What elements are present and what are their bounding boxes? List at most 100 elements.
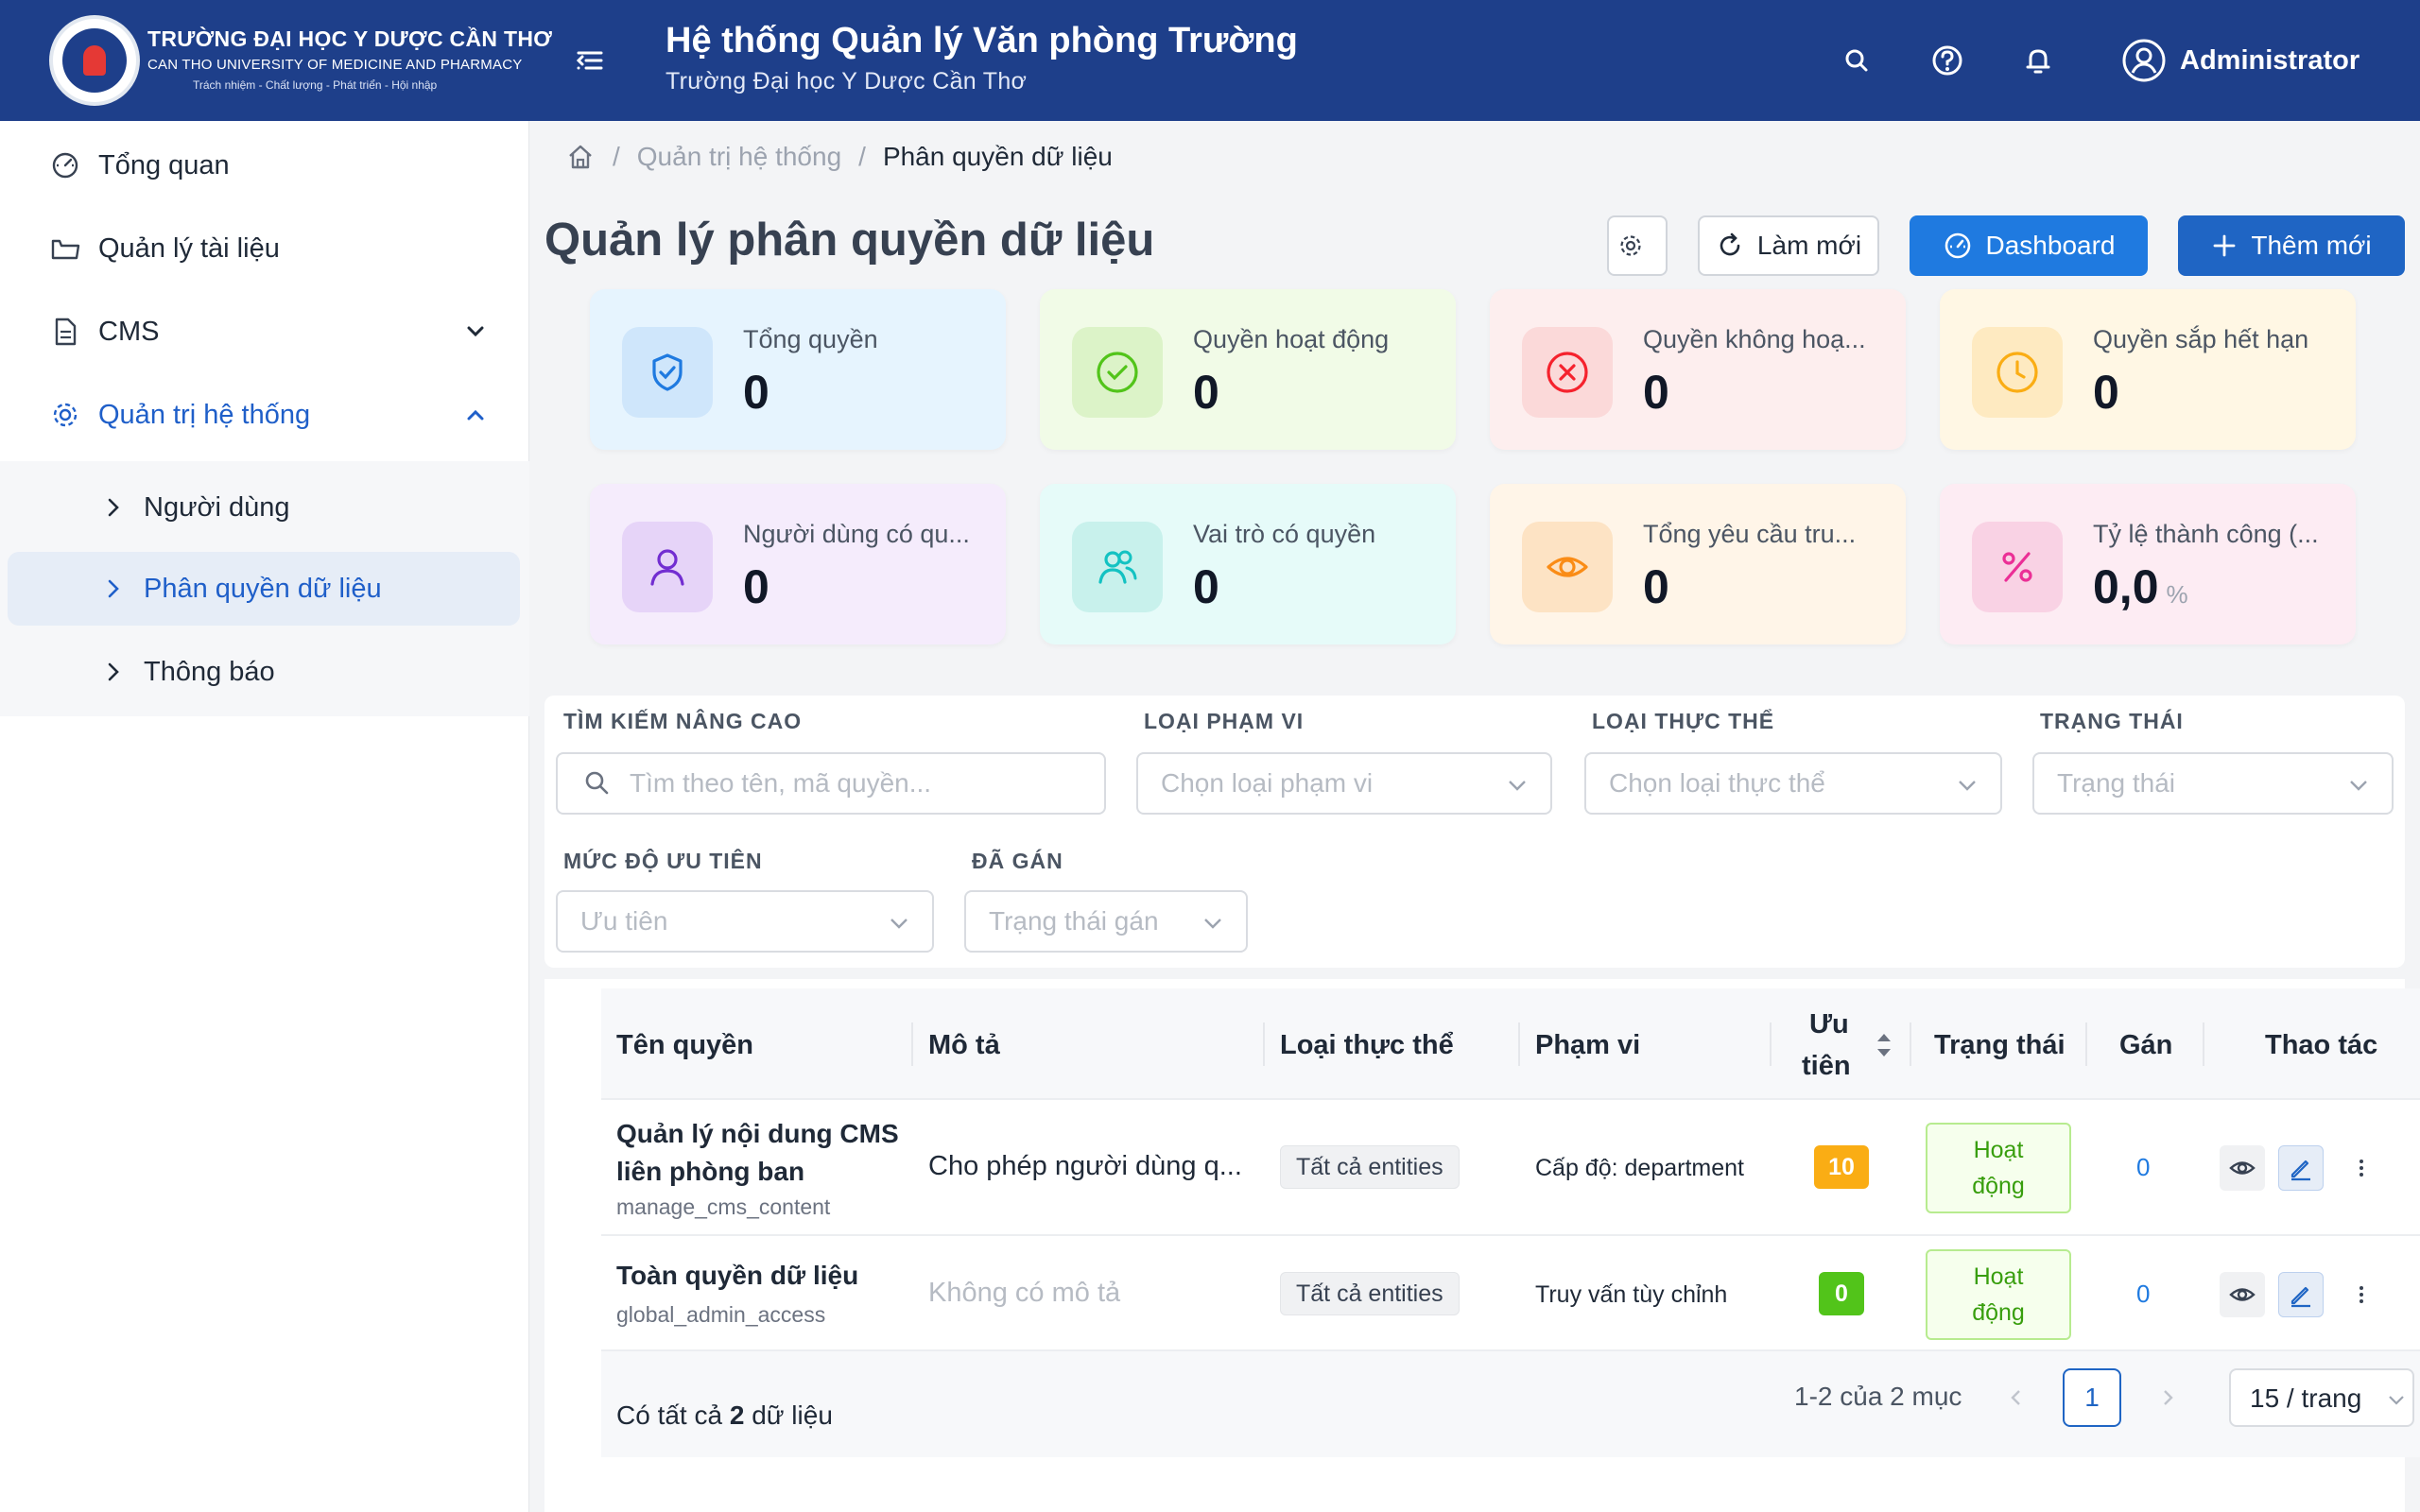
scope-label: LOẠI PHẠM VI: [1144, 709, 1305, 733]
column-header-status[interactable]: Trạng thái: [1934, 1030, 2066, 1061]
permission-description: Không có mô tả: [928, 1278, 1121, 1308]
assigned-label: ĐÃ GÁN: [972, 849, 1063, 873]
refresh-button[interactable]: Làm mới: [1698, 215, 1879, 276]
sidebar-item-notifications[interactable]: Thông báo: [8, 635, 520, 709]
edit-button[interactable]: [2278, 1272, 2324, 1317]
priority-badge: 10: [1814, 1145, 1869, 1189]
status-select[interactable]: Trạng thái: [2032, 752, 2394, 815]
assigned-placeholder: Trạng thái gán: [989, 906, 1159, 936]
assigned-count[interactable]: 0: [2136, 1280, 2150, 1309]
entity-label: LOẠI THỰC THỂ: [1592, 709, 1775, 733]
folder-icon: [51, 239, 80, 260]
sidebar-item-cms[interactable]: CMS: [0, 290, 529, 373]
menu-toggle-icon[interactable]: [569, 42, 611, 79]
column-header-scope[interactable]: Phạm vi: [1535, 1030, 1640, 1061]
column-header-assigned[interactable]: Gán: [2119, 1030, 2172, 1061]
entity-tag: Tất cả entities: [1280, 1145, 1460, 1189]
chevron-up-icon: [467, 409, 484, 421]
status-placeholder: Trạng thái: [2057, 768, 2176, 798]
column-header-description[interactable]: Mô tả: [928, 1030, 1000, 1061]
stat-label: Tổng yêu cầu tru...: [1643, 520, 1857, 548]
sidebar-item-users[interactable]: Người dùng: [8, 471, 520, 544]
assigned-select[interactable]: Trạng thái gán: [964, 890, 1248, 953]
column-header-name[interactable]: Tên quyền: [616, 1030, 753, 1061]
check-circle-icon: [1072, 327, 1163, 418]
total-prefix: Có tất cả: [616, 1400, 723, 1430]
stat-card-active: Quyền hoạt động 0: [1040, 289, 1456, 450]
clock-icon: [1972, 327, 2063, 418]
scope-placeholder: Chọn loại phạm vi: [1161, 768, 1374, 798]
scope-text: Truy vấn tùy chỉnh: [1535, 1281, 1728, 1308]
column-header-priority-line2[interactable]: tiên: [1802, 1051, 1851, 1082]
bell-icon[interactable]: [2019, 42, 2057, 79]
search-placeholder: Tìm theo tên, mã quyền...: [630, 768, 932, 798]
chevron-down-icon: [1959, 781, 1976, 791]
page-size-select[interactable]: 15 / trang: [2229, 1368, 2414, 1427]
edit-icon: [2290, 1160, 2310, 1181]
chevron-right-icon: [108, 579, 119, 598]
scope-select[interactable]: Chọn loại phạm vi: [1136, 752, 1552, 815]
percent-icon: [1972, 522, 2063, 612]
permission-name[interactable]: Quản lý nội dung CMS liên phòng ban: [616, 1115, 899, 1191]
entity-select[interactable]: Chọn loại thực thể: [1584, 752, 2002, 815]
permission-name[interactable]: Toàn quyền dữ liệu: [616, 1261, 858, 1291]
plus-icon: [2213, 234, 2236, 257]
dashboard-button[interactable]: Dashboard: [1910, 215, 2148, 276]
column-header-entity[interactable]: Loại thực thể: [1280, 1030, 1454, 1061]
chevron-down-icon: [890, 919, 908, 929]
column-header-actions: Thao tác: [2265, 1030, 2378, 1060]
settings-button[interactable]: [1607, 215, 1668, 276]
user-name: Administrator: [2180, 44, 2360, 76]
submenu-system-admin: Người dùng Phân quyền dữ liệu Thông báo: [0, 461, 529, 716]
gear-icon: [1620, 235, 1641, 256]
more-icon[interactable]: [2339, 1145, 2384, 1191]
sidebar-item-label: Quản lý tài liệu: [98, 232, 280, 264]
stat-label: Tổng quyền: [743, 325, 878, 353]
app-subtitle: Trường Đại học Y Dược Cần Thơ: [666, 68, 1028, 94]
stat-card-users: Người dùng có qu... 0: [590, 484, 1006, 644]
add-new-label: Thêm mới: [2251, 231, 2372, 260]
view-button[interactable]: [2220, 1272, 2265, 1317]
school-name: TRƯỜNG ĐẠI HỌC Y DƯỢC CẦN THƠ CAN THO UN…: [147, 26, 552, 92]
user-icon: [622, 522, 713, 612]
help-icon[interactable]: [1928, 42, 1966, 79]
stat-card-total: Tổng quyền 0: [590, 289, 1006, 450]
chevron-left-icon[interactable]: [2004, 1385, 2029, 1410]
total-suffix: dữ liệu: [752, 1400, 833, 1430]
edit-icon: [2290, 1286, 2310, 1308]
total-summary: Có tất cả 2 dữ liệu: [616, 1400, 833, 1431]
sidebar-item-overview[interactable]: Tổng quan: [0, 124, 529, 207]
stat-value: 0: [1643, 366, 1669, 419]
search-input[interactable]: Tìm theo tên, mã quyền...: [556, 752, 1106, 815]
stat-card-expiring: Quyền sắp hết hạn 0: [1940, 289, 2356, 450]
more-icon[interactable]: [2339, 1272, 2384, 1317]
chevron-down-icon: [1204, 919, 1221, 929]
chevron-down-icon: [467, 326, 484, 337]
sidebar-item-data-permissions[interactable]: Phân quyền dữ liệu: [8, 552, 520, 626]
breadcrumb-parent[interactable]: Quản trị hệ thống: [637, 142, 841, 172]
add-new-button[interactable]: Thêm mới: [2178, 215, 2405, 276]
permission-name-line2: liên phòng ban: [616, 1157, 805, 1186]
app-header: TRƯỜNG ĐẠI HỌC Y DƯỢC CẦN THƠ CAN THO UN…: [0, 0, 2420, 121]
assigned-count[interactable]: 0: [2136, 1153, 2150, 1182]
user-menu[interactable]: Administrator: [2121, 38, 2360, 83]
stat-card-requests: Tổng yêu cầu tru... 0: [1490, 484, 1906, 644]
chevron-right-icon[interactable]: [2155, 1385, 2180, 1410]
sidebar-item-documents[interactable]: Quản lý tài liệu: [0, 207, 529, 290]
sort-icon[interactable]: [1874, 1030, 1894, 1060]
close-circle-icon: [1522, 327, 1613, 418]
column-header-priority-line1[interactable]: Ưu: [1809, 1009, 1849, 1040]
sidebar-item-label: Quản trị hệ thống: [98, 399, 311, 430]
view-button[interactable]: [2220, 1145, 2265, 1191]
sidebar-item-label: CMS: [98, 316, 160, 347]
page-button-current[interactable]: 1: [2063, 1368, 2121, 1427]
home-icon[interactable]: [565, 142, 596, 172]
sidebar-item-label: Thông báo: [144, 656, 275, 687]
search-icon[interactable]: [1838, 42, 1876, 79]
chevron-right-icon: [108, 662, 119, 681]
eye-icon: [2229, 1161, 2256, 1175]
sidebar-item-system-admin[interactable]: Quản trị hệ thống: [0, 373, 529, 456]
priority-select[interactable]: Ưu tiên: [556, 890, 934, 953]
edit-button[interactable]: [2278, 1145, 2324, 1191]
dashboard-label: Dashboard: [1985, 231, 2116, 260]
